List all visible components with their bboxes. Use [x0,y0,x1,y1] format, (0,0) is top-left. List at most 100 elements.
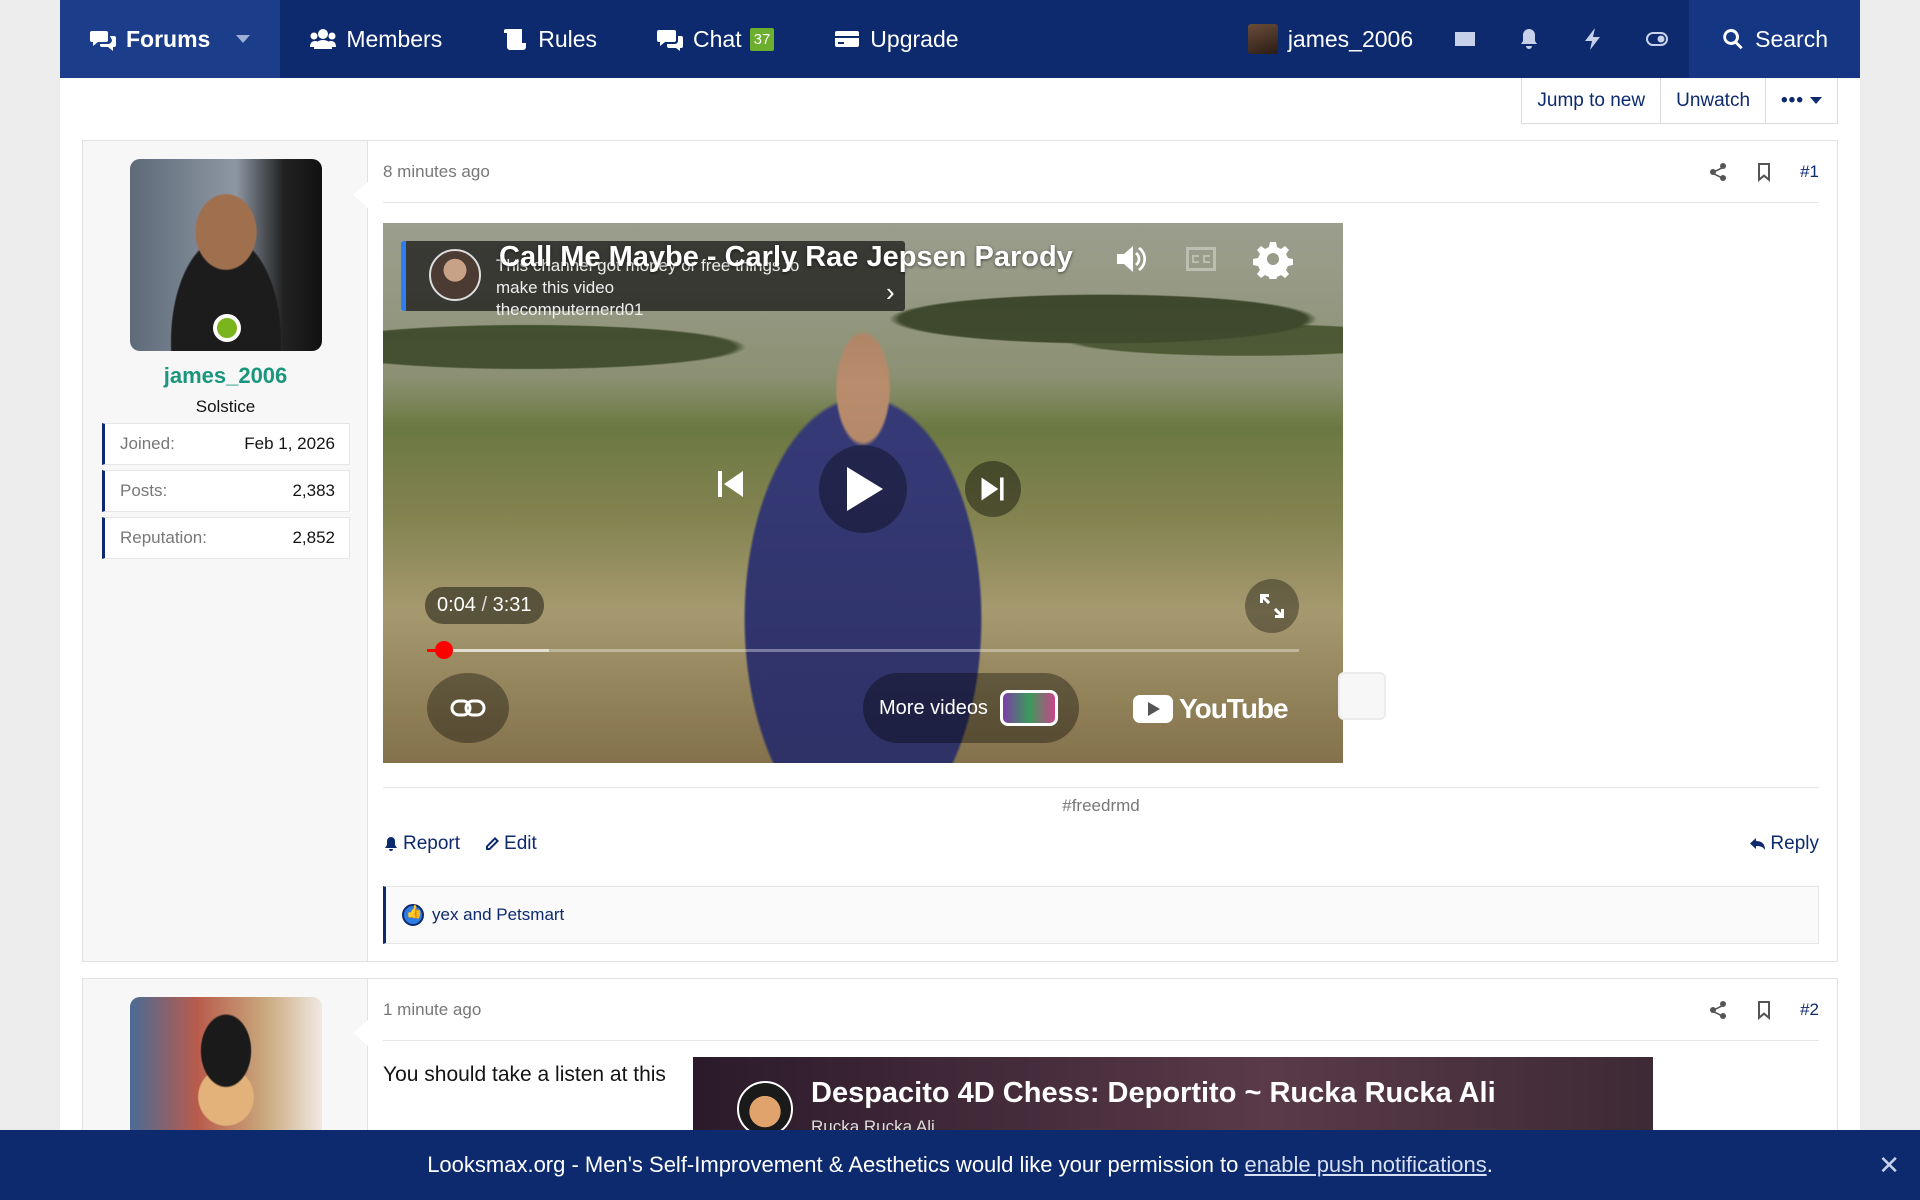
edit-button[interactable]: Edit [484,833,537,855]
post: james_2006 Solstice Joined: Feb 1, 2026 … [82,140,1838,962]
current-time: 0:04 [437,594,476,616]
account-menu[interactable]: james_2006 [1228,24,1433,54]
bookmark-icon[interactable] [1754,1000,1774,1020]
signature: #freedrmd [383,787,1819,816]
post-time[interactable]: 1 minute ago [383,1000,481,1020]
close-icon[interactable]: ✕ [1878,1150,1900,1181]
post-text: You should take a listen at this [383,1063,666,1086]
fullscreen-button[interactable] [1245,579,1299,633]
thread-page: Jump to new Unwatch ••• james_2006 Solst… [60,78,1860,1200]
nav-chat[interactable]: Chat 37 [627,0,804,78]
play-button[interactable] [819,445,907,533]
envelope-icon [1455,32,1476,46]
nav-upgrade[interactable]: Upgrade [804,0,988,78]
nav-upgrade-label: Upgrade [870,25,959,52]
report-label: Report [403,833,461,854]
more-videos-button[interactable]: More videos [863,673,1079,743]
chat-icon [657,30,684,51]
post-actions: Report Edit Reply [383,833,1819,855]
previous-video-button[interactable] [713,467,747,501]
youtube-logo[interactable]: YouTube [1133,693,1289,725]
nav-right: james_2006 Search [1228,0,1860,78]
post-username[interactable]: james_2006 [83,363,368,389]
nav-rules-label: Rules [538,25,598,52]
captions-icon[interactable] [1181,239,1221,279]
top-navigation: Forums Members Rules Chat 37 Upgrade jam… [60,0,1860,78]
share-icon[interactable] [1708,162,1728,182]
nav-forums[interactable]: Forums [60,0,281,78]
youtube-wordmark: YouTube [1179,693,1289,724]
stat-key: Joined: [120,434,175,453]
chevron-down-icon[interactable] [236,35,251,43]
bell-icon [385,837,397,851]
theme-toggle-button[interactable] [1625,0,1689,78]
unwatch-button[interactable]: Unwatch [1660,78,1765,123]
link-icon [450,699,486,717]
play-icon [847,467,883,511]
more-options-button[interactable]: ••• [1765,78,1837,123]
online-indicator [213,314,241,342]
whats-new-button[interactable] [1561,0,1625,78]
reply-button[interactable]: Reply [1750,833,1819,855]
post-header: 1 minute ago #2 [383,979,1819,1041]
toggle-icon [1646,32,1669,46]
post-number[interactable]: #1 [1800,162,1819,182]
enable-push-link[interactable]: enable push notifications [1245,1152,1487,1178]
duration: 3:31 [492,594,532,616]
youtube-play-icon [1133,695,1173,723]
thread-toolbar: Jump to new Unwatch ••• [1521,78,1838,124]
copy-link-button[interactable] [427,673,509,743]
stat-posts: Posts: 2,383 [102,470,350,512]
users-icon [310,29,337,49]
next-video-button[interactable] [965,461,1021,517]
alerts-button[interactable] [1497,0,1561,78]
bolt-icon [1585,28,1601,50]
share-icon[interactable] [1708,1000,1728,1020]
stat-value: 2,852 [292,528,335,547]
video-title[interactable]: Call Me Maybe - Carly Rae Jepsen Parody [499,241,1073,274]
channel-avatar[interactable] [429,249,481,301]
nav-rules[interactable]: Rules [472,0,627,78]
volume-icon[interactable] [1111,239,1151,279]
bell-icon [1521,29,1538,49]
ellipsis-icon: ••• [1781,89,1804,111]
stat-key: Reputation: [120,528,207,547]
channel-name: thecomputernerd01 [496,300,644,319]
post-number[interactable]: #2 [1800,1000,1819,1020]
video-title[interactable]: Despacito 4D Chess: Deportito ~ Rucka Ru… [811,1077,1496,1110]
video-time: 0:04 / 3:31 [425,587,544,624]
nav-members-label: Members [346,25,443,52]
post-time[interactable]: 8 minutes ago [383,162,490,182]
jump-to-new-button[interactable]: Jump to new [1522,78,1660,123]
reactions-list[interactable]: yex and Petsmart [432,905,564,925]
post-header: 8 minutes ago #1 [383,141,1819,203]
settings-gear-icon[interactable] [1253,239,1293,282]
inbox-button[interactable] [1433,0,1497,78]
post-header-actions: #1 [1708,162,1819,182]
report-button[interactable]: Report [383,833,460,855]
stat-reputation: Reputation: 2,852 [102,517,350,559]
search-button[interactable]: Search [1689,0,1860,78]
post-arrow [353,1019,369,1047]
nav-chat-label: Chat [693,25,742,52]
stat-value: Feb 1, 2026 [244,434,335,453]
progress-bar[interactable] [427,641,1299,659]
more-videos-thumbnail [999,690,1058,726]
credit-card-icon [835,31,860,47]
comments-icon [90,31,116,51]
nav-username: james_2006 [1287,25,1414,52]
channel-avatar[interactable] [737,1081,793,1137]
post-header-actions: #2 [1708,1000,1819,1020]
post-body: 8 minutes ago #1 This channel got money … [383,141,1819,961]
caret-down-icon [1810,97,1822,104]
avatar [1247,24,1278,54]
youtube-embed[interactable]: This channel got money or free things to… [383,223,1343,763]
user-title: Solstice [195,397,256,416]
search-label: Search [1755,25,1828,52]
more-videos-label: More videos [879,696,988,719]
fullscreen-icon [1260,594,1284,618]
caption-toggle-icon[interactable] [1338,672,1386,720]
bookmark-icon[interactable] [1754,162,1774,182]
like-reaction-icon [402,904,424,926]
nav-members[interactable]: Members [280,0,472,78]
